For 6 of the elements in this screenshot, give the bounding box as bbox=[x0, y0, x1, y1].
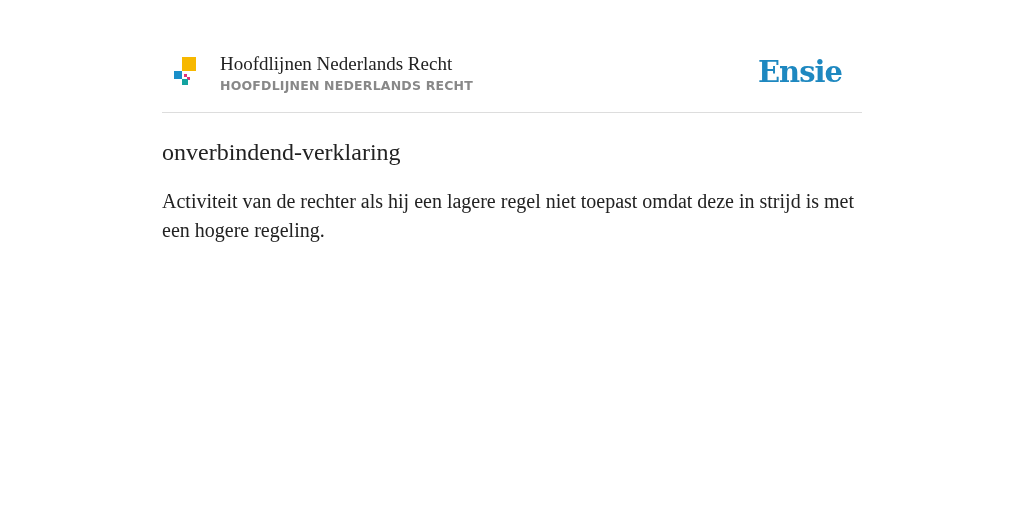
brand-logo[interactable]: Ensie bbox=[758, 55, 842, 89]
term-heading: onverbindend-verklaring bbox=[162, 138, 402, 167]
definition-text: Activiteit van de rechter als hij een lagere regel niet toepast omdat deze in strijd is met een hogere regeling. bbox=[162, 189, 855, 244]
logo-icon bbox=[172, 57, 196, 87]
site-subtitle: HOOFDLIJNEN NEDERLANDS RECHT bbox=[220, 77, 474, 93]
site-title: Hoofdlijnen Nederlands Recht bbox=[220, 51, 454, 76]
